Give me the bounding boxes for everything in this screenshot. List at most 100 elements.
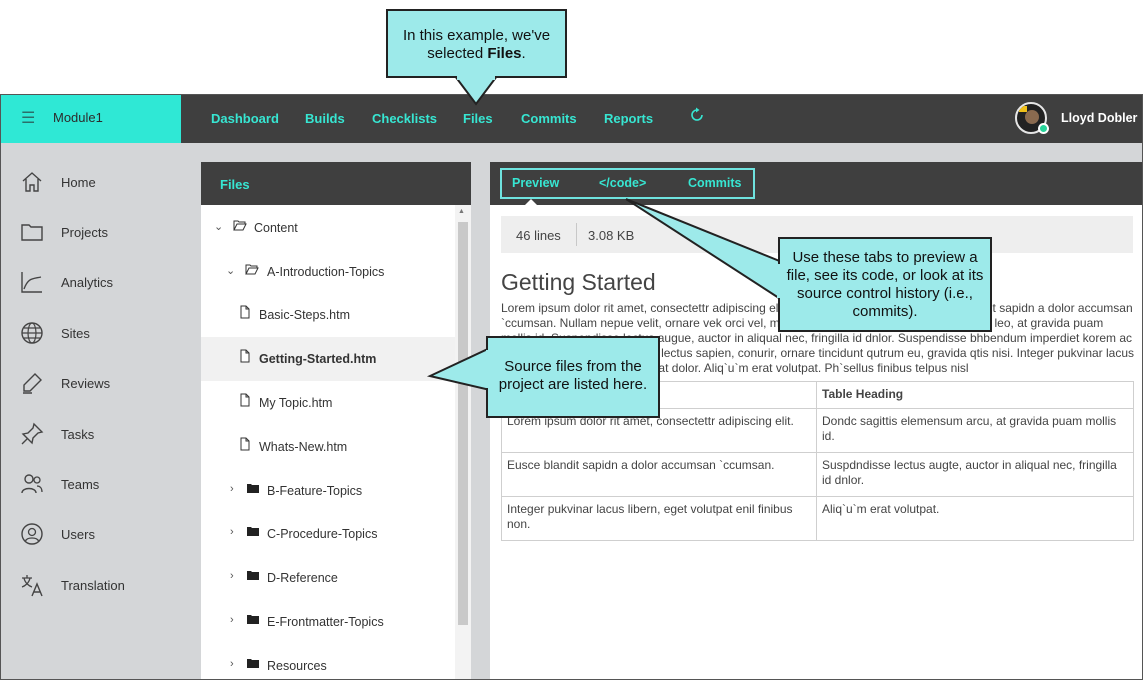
team-icon <box>21 474 43 494</box>
tree-file-getting-started[interactable]: Getting-Started.htm <box>201 337 455 381</box>
folder-open-icon <box>245 264 259 275</box>
chevron-down-icon[interactable]: ⌄ <box>226 264 235 277</box>
presence-indicator <box>1038 123 1049 134</box>
sidebar-item-sites[interactable]: Sites <box>1 313 191 353</box>
pen-icon <box>23 373 42 394</box>
file-icon <box>240 305 250 319</box>
sidebar-item-label: Users <box>61 527 95 542</box>
sidebar-item-teams[interactable]: Teams <box>1 464 191 504</box>
folder-icon <box>21 224 43 241</box>
sidebar-item-label: Analytics <box>61 275 114 290</box>
sidebar-item-label: Tasks <box>61 427 95 442</box>
tree-folder-d-reference[interactable]: › D-Reference <box>201 556 455 600</box>
chevron-down-icon[interactable]: ⌄ <box>214 220 223 233</box>
files-panel-title: Files <box>220 177 250 192</box>
sidebar-item-translation[interactable]: Translation <box>1 565 191 605</box>
tree-folder-c-procedure[interactable]: › C-Procedure-Topics <box>201 512 455 556</box>
tree-item-label: Basic-Steps.htm <box>259 308 351 322</box>
tree-folder-e-frontmatter[interactable]: › E-Frontmatter-Topics <box>201 600 455 644</box>
file-icon <box>240 393 250 407</box>
tree-item-label: My Topic.htm <box>259 396 333 410</box>
folder-open-icon <box>233 220 247 231</box>
user-icon <box>21 523 43 545</box>
tree-folder-a-introduction[interactable]: ⌄ A-Introduction-Topics <box>201 250 455 294</box>
preview-panel-header: Preview </code> Commits <box>490 162 1142 206</box>
callout-text: In this example, we've selected <box>402 27 551 62</box>
folder-icon <box>247 484 259 493</box>
sidebar-item-projects[interactable]: Projects <box>1 212 191 252</box>
table-row: Eusce blandit sapidn a dolor accumsan `c… <box>501 452 1134 497</box>
sidebar-item-label: Teams <box>61 477 100 492</box>
chevron-right-icon[interactable]: › <box>230 483 234 495</box>
refresh-icon[interactable] <box>689 107 705 123</box>
callout-files-selected: In this example, we've selected Files. <box>386 9 567 78</box>
sidebar-item-label: Projects <box>61 225 108 240</box>
scroll-up-arrow-icon[interactable]: ▲ <box>458 208 465 215</box>
tree-item-label: Resources <box>267 659 327 673</box>
callout-tabs: Use these tabs to preview a file, see it… <box>778 237 992 332</box>
tab-code[interactable]: </code> <box>599 176 646 190</box>
sidebar-item-tasks[interactable]: Tasks <box>1 414 191 454</box>
nav-builds[interactable]: Builds <box>305 111 345 126</box>
active-tab-indicator <box>524 199 538 206</box>
table-cell: Suspdndisse lectus augte, auctor in aliq… <box>816 452 1134 497</box>
tree-item-label: A-Introduction-Topics <box>267 265 385 279</box>
sidebar-item-reviews[interactable]: Reviews <box>1 363 191 403</box>
analytics-icon <box>21 272 42 293</box>
tree-file-my-topic[interactable]: My Topic.htm <box>201 381 455 425</box>
nav-dashboard[interactable]: Dashboard <box>211 111 279 126</box>
table-cell: Dondc sagittis elemensum arcu, at gravid… <box>816 408 1134 453</box>
tree-folder-resources[interactable]: › Resources <box>201 644 455 679</box>
tab-preview[interactable]: Preview <box>512 176 559 190</box>
tree-file-whats-new[interactable]: Whats-New.htm <box>201 425 455 469</box>
tree-item-label: Whats-New.htm <box>259 440 348 454</box>
sidebar-item-label: Home <box>61 175 96 190</box>
table-cell: Integer pukvinar lacus libern, eget volu… <box>501 496 817 541</box>
chevron-right-icon[interactable]: › <box>230 526 234 538</box>
nav-checklists[interactable]: Checklists <box>372 111 437 126</box>
module-name: Module1 <box>53 110 103 125</box>
file-icon <box>240 349 250 363</box>
module-switcher[interactable]: ☰ Module1 <box>1 95 181 143</box>
folder-icon <box>247 527 259 536</box>
tree-item-label: B-Feature-Topics <box>267 484 363 498</box>
file-size: 3.08 KB <box>588 228 635 243</box>
sidebar-item-users[interactable]: Users <box>1 514 191 554</box>
tab-commits[interactable]: Commits <box>688 176 741 190</box>
tree-item-label: Getting-Started.htm <box>259 352 377 366</box>
divider <box>576 223 577 246</box>
top-bar: ☰ Module1 Dashboard Builds Checklists Fi… <box>1 95 1142 143</box>
user-menu[interactable]: Lloyd Dobler <box>1015 102 1138 136</box>
chevron-right-icon[interactable]: › <box>230 570 234 582</box>
chevron-right-icon[interactable]: › <box>230 614 234 626</box>
nav-reports[interactable]: Reports <box>604 111 653 126</box>
nav-files[interactable]: Files <box>463 111 493 126</box>
pin-icon <box>21 422 44 445</box>
user-name: Lloyd Dobler <box>1061 111 1138 125</box>
home-icon <box>22 172 42 192</box>
folder-icon <box>247 659 259 668</box>
sidebar: Home Projects Analytics Sites Reviews Ta… <box>1 143 191 679</box>
file-icon <box>240 437 250 451</box>
nav-commits[interactable]: Commits <box>521 111 577 126</box>
table-cell: Aliq`u`m erat volutpat. <box>816 496 1134 541</box>
tree-item-label: D-Reference <box>267 571 338 585</box>
callout-text: . <box>521 45 526 62</box>
globe-icon <box>21 322 43 344</box>
folder-icon <box>247 615 259 624</box>
tree-folder-b-feature[interactable]: › B-Feature-Topics <box>201 469 455 513</box>
files-panel: Files ⌄ Content ⌄ A-Introduction-Topics … <box>201 162 471 679</box>
tree-item-label: C-Procedure-Topics <box>267 527 378 541</box>
sidebar-item-home[interactable]: Home <box>1 162 191 202</box>
chevron-right-icon[interactable]: › <box>230 658 234 670</box>
sidebar-item-label: Sites <box>61 326 90 341</box>
tree-item-label: Content <box>254 221 298 235</box>
hamburger-icon[interactable]: ☰ <box>21 108 35 128</box>
scrollbar-thumb[interactable] <box>458 222 468 625</box>
table-cell: Eusce blandit sapidn a dolor accumsan `c… <box>501 452 817 497</box>
tree-file-basic-steps[interactable]: Basic-Steps.htm <box>201 293 455 337</box>
document-title: Getting Started <box>501 269 656 295</box>
tree-folder-content[interactable]: ⌄ Content <box>201 206 455 250</box>
sidebar-item-analytics[interactable]: Analytics <box>1 262 191 302</box>
translate-icon <box>21 575 43 597</box>
